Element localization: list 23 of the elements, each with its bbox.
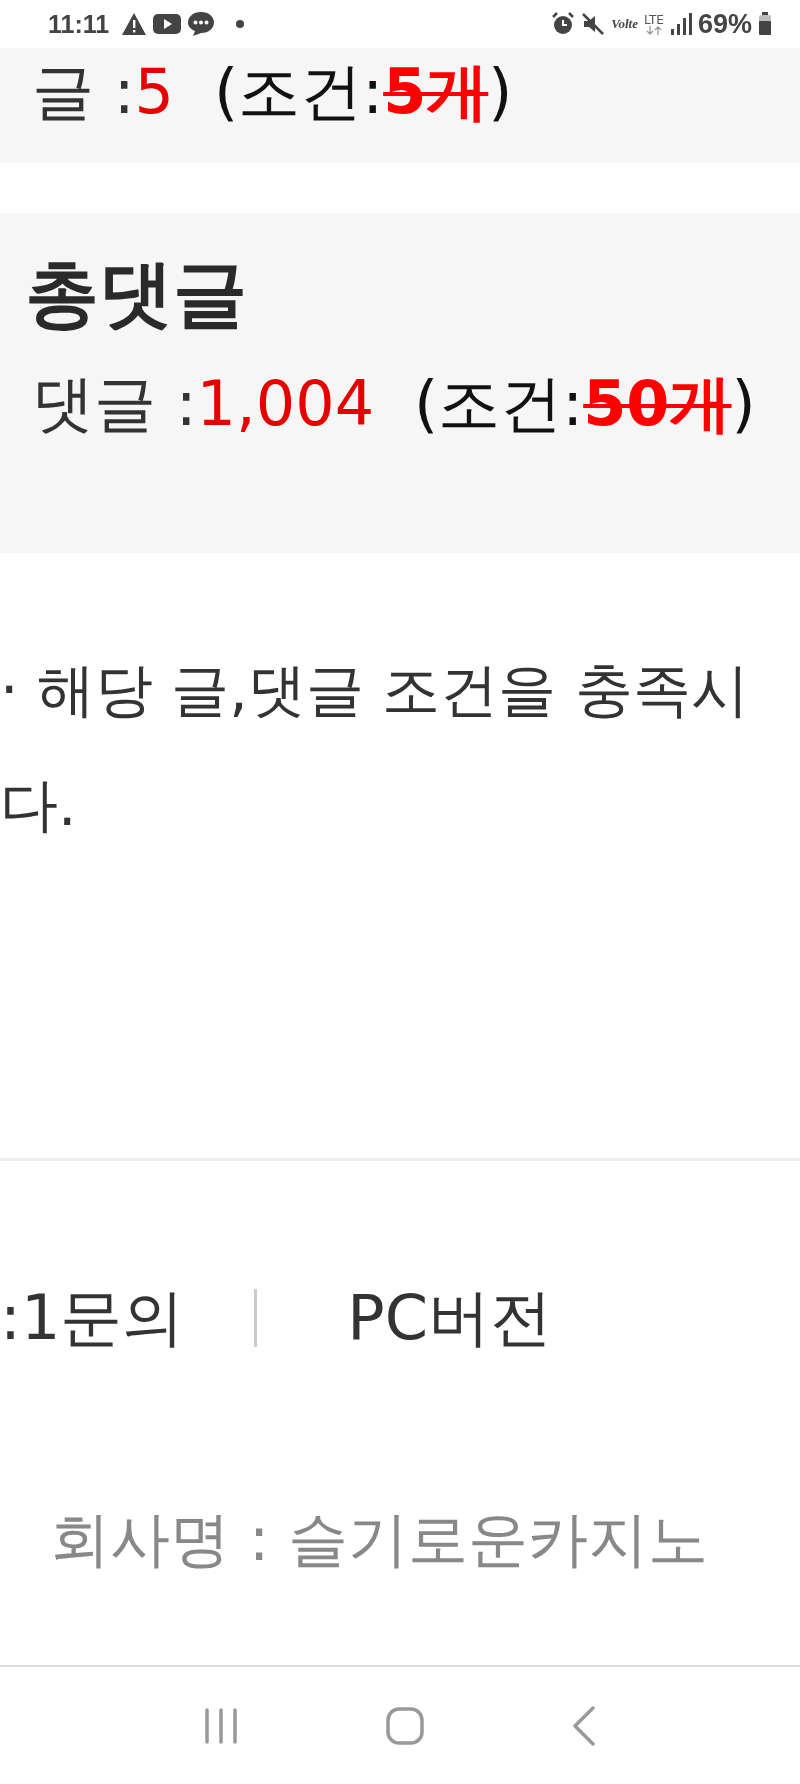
- chat-bubble-icon: [187, 11, 216, 37]
- notice-text: · 해당 글,댓글 조건을 충족시 다.: [0, 655, 750, 841]
- alarm-icon: [551, 12, 576, 36]
- volte-label: Volte: [611, 16, 638, 32]
- warning-icon: [121, 12, 148, 36]
- home-icon[interactable]: [386, 1706, 424, 1745]
- battery-percent: 69%: [697, 8, 752, 40]
- battery-icon: [758, 12, 772, 36]
- video-play-icon: [153, 13, 182, 35]
- count-text: 글 :5 (조건:5개): [32, 54, 514, 130]
- card-title: 총댓글: [25, 249, 248, 338]
- company-name: 회사명 : 슬기로운카지노: [50, 1503, 710, 1576]
- pc-version-link[interactable]: PC버전: [347, 1276, 553, 1360]
- recent-apps-icon[interactable]: [204, 1707, 238, 1744]
- count-text: 댓글 :1,004 (조건:50개): [31, 365, 757, 442]
- signal-icon: [669, 12, 692, 36]
- data-arrows-icon: [645, 25, 662, 35]
- network-type-label: LTE: [644, 13, 664, 35]
- status-time: 11:11: [48, 9, 110, 39]
- inquiry-link[interactable]: :1문의: [0, 1276, 185, 1360]
- mute-icon: [581, 12, 606, 36]
- dot-icon: [235, 19, 246, 29]
- back-icon[interactable]: [572, 1705, 596, 1746]
